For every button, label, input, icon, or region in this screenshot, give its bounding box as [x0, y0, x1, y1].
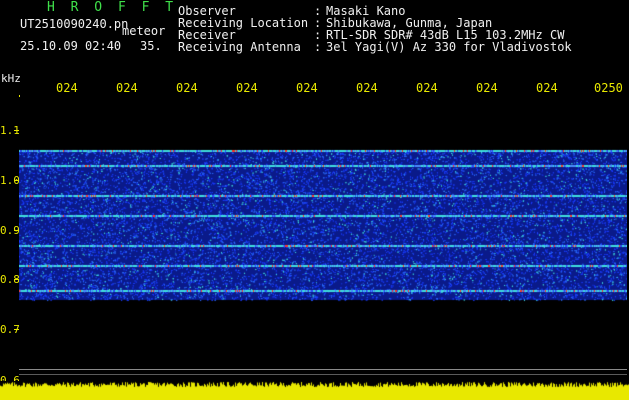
x-tick-label: 024 [296, 81, 318, 95]
baseline [19, 374, 627, 375]
antenna-value: 3el Yagi(V) Az 330 for Vladivostok [326, 40, 572, 54]
file-tag: meteor [122, 24, 166, 38]
x-tick-label: 024 [56, 81, 78, 95]
x-tick-label: 0250 [594, 81, 623, 95]
x-tick-label: 024 [236, 81, 258, 95]
x-tick-label: 024 [416, 81, 438, 95]
x-tick-label: 024 [116, 81, 138, 95]
antenna-label: Receiving Antenna [178, 40, 301, 54]
x-tick-label: 024 [356, 81, 378, 95]
app-title: H R O F F T [47, 0, 178, 15]
frequency-unit: kHz [1, 72, 21, 85]
x-tick-label: 024 [536, 81, 558, 95]
spectrogram-plot [19, 97, 627, 393]
info-colon: : [314, 40, 322, 54]
file-name: UT2510090240.pn [20, 17, 129, 31]
x-tick-label: 024 [476, 81, 498, 95]
date-time: 25.10.09 02:40 [20, 39, 122, 53]
power-level-bar [0, 381, 629, 400]
frame-number: 35. [140, 39, 162, 53]
x-tick-label: 024 [176, 81, 198, 95]
baseline [19, 369, 627, 370]
